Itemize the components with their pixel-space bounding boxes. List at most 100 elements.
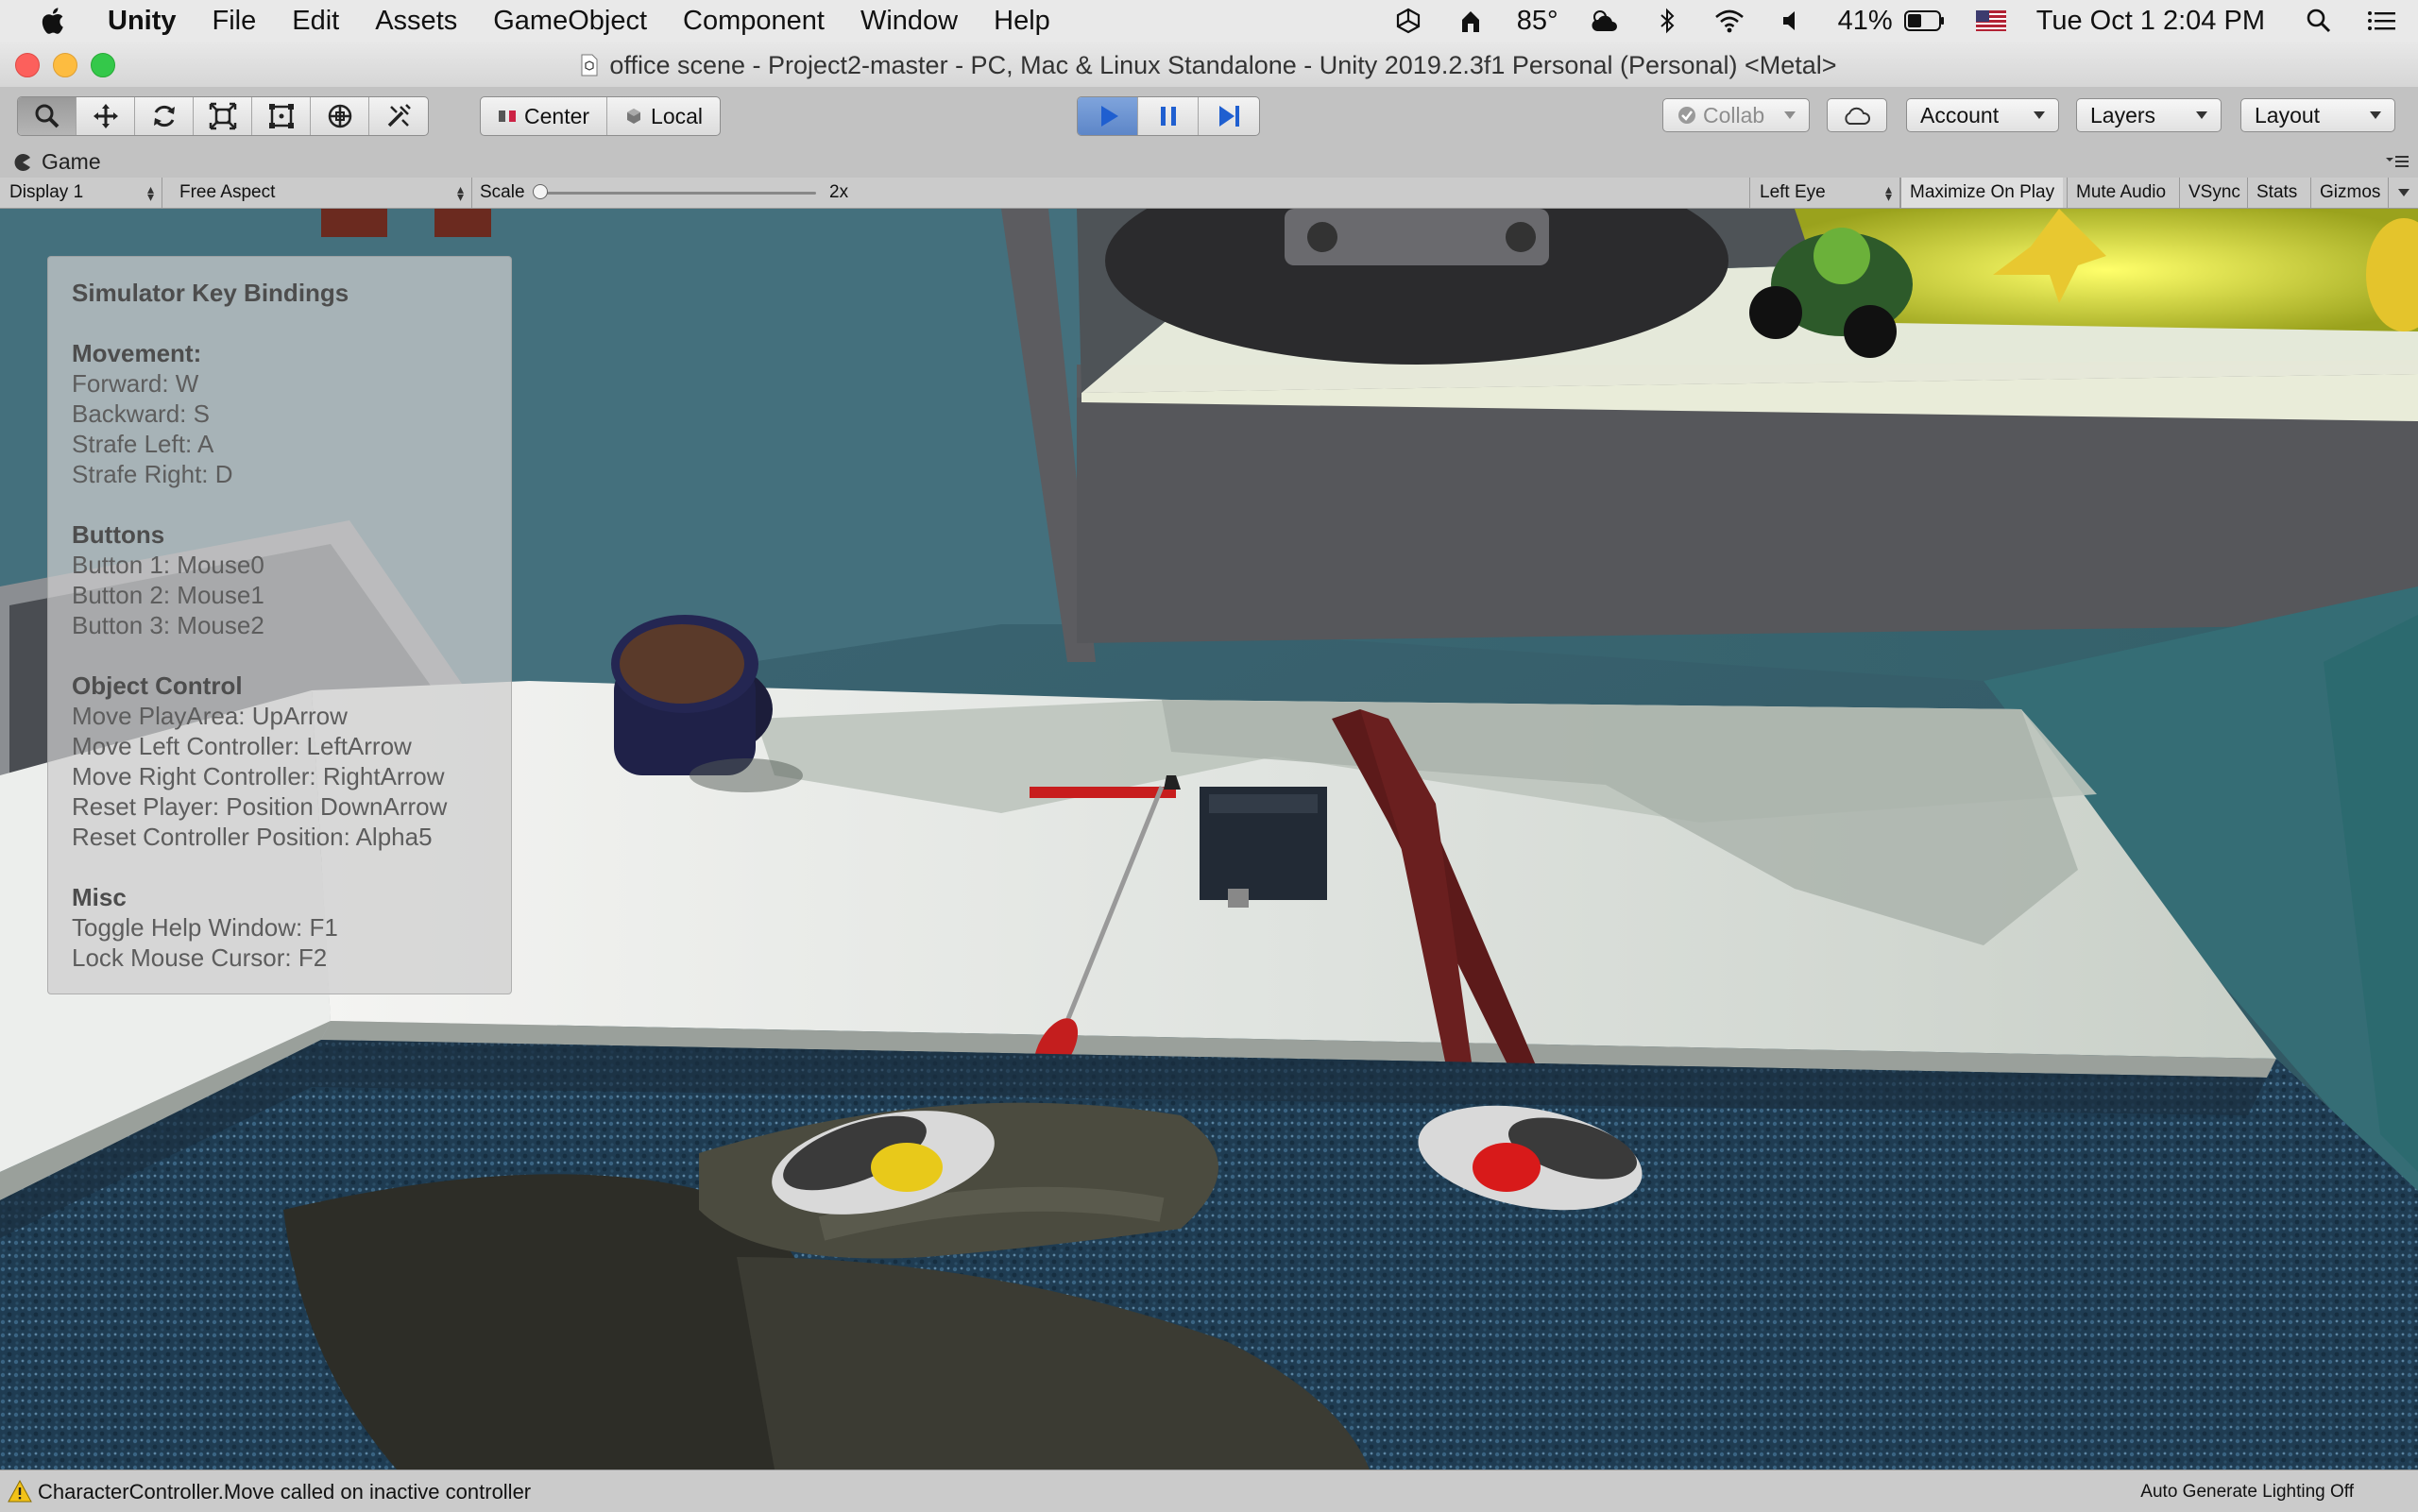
menu-assets[interactable]: Assets [375,6,457,37]
pivot-center-button[interactable]: Center [481,97,608,135]
weather-house-icon[interactable] [1455,7,1487,35]
help-title: Simulator Key Bindings [72,279,349,307]
magnifier-icon [35,104,59,128]
menu-edit[interactable]: Edit [292,6,339,37]
tab-game[interactable]: Game [13,146,101,178]
transform-tools-group [17,96,429,136]
macos-menubar: Unity File Edit Assets GameObject Compon… [0,0,2418,42]
cloud-icon [1845,107,1870,125]
help-line: Strafe Right: D [72,460,233,488]
help-line: Reset Player: Position DownArrow [72,792,448,821]
menu-help[interactable]: Help [994,6,1050,37]
collab-check-icon [1678,107,1695,124]
transform-combo-icon [328,104,351,128]
clock-label[interactable]: Tue Oct 1 2:04 PM [2036,6,2265,37]
menu-component[interactable]: Component [683,6,825,37]
help-heading: Object Control [72,671,243,700]
volume-icon[interactable] [1776,7,1808,35]
help-line: Move PlayArea: UpArrow [72,702,348,730]
spotlight-search-icon[interactable] [2303,7,2335,35]
rotate-tool-button[interactable] [135,97,194,135]
maximize-on-play-toggle[interactable]: Maximize On Play [1900,178,2064,208]
play-button[interactable] [1078,97,1138,135]
display-label: Display 1 [9,182,84,202]
scale-tool-button[interactable] [194,97,252,135]
layout-dropdown[interactable]: Layout [2240,98,2395,132]
custom-tool-button[interactable] [369,97,428,135]
scale-value: 2x [829,182,849,202]
console-last-message[interactable]: CharacterController.Move called on inact… [38,1480,531,1504]
cloud-services-button[interactable] [1827,98,1887,132]
scale-slider-track[interactable] [540,192,816,195]
scale-slider-thumb[interactable] [533,184,548,199]
gizmos-toggle[interactable]: Gizmos [2310,178,2388,208]
updown-caret-icon: ▴ ▾ [1884,181,1892,204]
menu-gameobject[interactable]: GameObject [493,6,647,37]
menu-window[interactable]: Window [860,6,958,37]
collab-dropdown[interactable]: Collab [1662,98,1810,132]
step-icon [1219,106,1239,127]
help-line: Move Left Controller: LeftArrow [72,732,412,760]
apple-menu-icon[interactable] [38,5,70,37]
layout-label: Layout [2255,102,2321,127]
eye-label: Left Eye [1760,182,1826,202]
help-section-buttons: Buttons Button 1: Mouse0 Button 2: Mouse… [72,519,487,640]
scale-box-icon [209,102,236,130]
help-section-object-control: Object Control Move PlayArea: UpArrow Mo… [72,671,487,852]
pivot-toggle-group: Center Local [480,96,722,136]
game-viewport[interactable]: Simulator Key Bindings Movement: Forward… [0,209,2418,1470]
vsync-toggle[interactable]: VSync [2179,178,2249,208]
menu-unity[interactable]: Unity [108,6,177,37]
layers-dropdown[interactable]: Layers [2076,98,2222,132]
rect-tool-button[interactable] [252,97,311,135]
move-tool-button[interactable] [77,97,135,135]
temperature-label[interactable]: 85° [1517,6,1558,37]
local-cube-icon [627,109,641,124]
wifi-icon[interactable] [1713,7,1745,35]
view-tool-button[interactable] [18,97,77,135]
updown-caret-icon: ▴ ▾ [146,181,154,204]
help-heading: Movement: [72,339,202,367]
chevron-down-icon [2397,189,2409,196]
console-status-bar[interactable]: CharacterController.Move called on inact… [0,1470,2418,1512]
custom-tool-icon [387,104,411,127]
display-dropdown[interactable]: Display 1 ▴ ▾ [0,178,162,208]
battery-percent[interactable]: 41% [1838,6,1893,37]
updown-caret-icon: ▴ ▾ [456,181,464,204]
account-label: Account [1920,102,2000,127]
aspect-dropdown[interactable]: Free Aspect ▴ ▾ [170,178,472,208]
account-dropdown[interactable]: Account [1906,98,2059,132]
collab-label: Collab [1703,102,1765,127]
game-tab-bar: Game [0,144,2418,178]
pause-button[interactable] [1138,97,1199,135]
play-icon [1100,106,1118,127]
simulator-help-panel: Simulator Key Bindings Movement: Forward… [47,256,512,994]
window-title: office scene - Project2-master - PC, Mac… [0,51,2418,80]
bluetooth-icon[interactable] [1651,7,1683,35]
pivot-local-button[interactable]: Local [607,97,720,135]
window-titlebar: office scene - Project2-master - PC, Mac… [0,42,2418,88]
step-button[interactable] [1199,97,1259,135]
transform-tool-button[interactable] [311,97,369,135]
menubar-status-area: 85° 41% Tue Oct 1 2:04 PM [1392,0,2418,42]
window-title-text: office scene - Project2-master - PC, Mac… [609,51,1837,79]
chevron-down-icon [2370,111,2381,119]
mute-audio-toggle[interactable]: Mute Audio [2067,178,2174,208]
layers-label: Layers [2090,102,2156,127]
notification-center-icon[interactable] [2365,7,2397,35]
help-line: Button 2: Mouse1 [72,581,264,609]
stats-toggle[interactable]: Stats [2247,178,2306,208]
weather-cloud-icon[interactable] [1589,7,1621,35]
unity-toolbar: Center Local Collab Account Layers Layou… [0,87,2418,144]
input-source-flag-icon[interactable] [1975,10,2006,31]
eye-dropdown[interactable]: Left Eye ▴ ▾ [1749,178,1900,208]
help-line: Button 3: Mouse2 [72,611,264,639]
menu-file[interactable]: File [213,6,257,37]
rotate-arrows-icon [153,105,175,127]
battery-icon[interactable] [1903,9,1946,32]
pause-icon [1160,107,1176,126]
unity-document-icon [581,54,598,76]
unity-status-icon[interactable] [1392,7,1424,35]
panel-menu-icon[interactable] [2384,153,2410,170]
gizmos-menu-caret[interactable] [2388,178,2418,208]
